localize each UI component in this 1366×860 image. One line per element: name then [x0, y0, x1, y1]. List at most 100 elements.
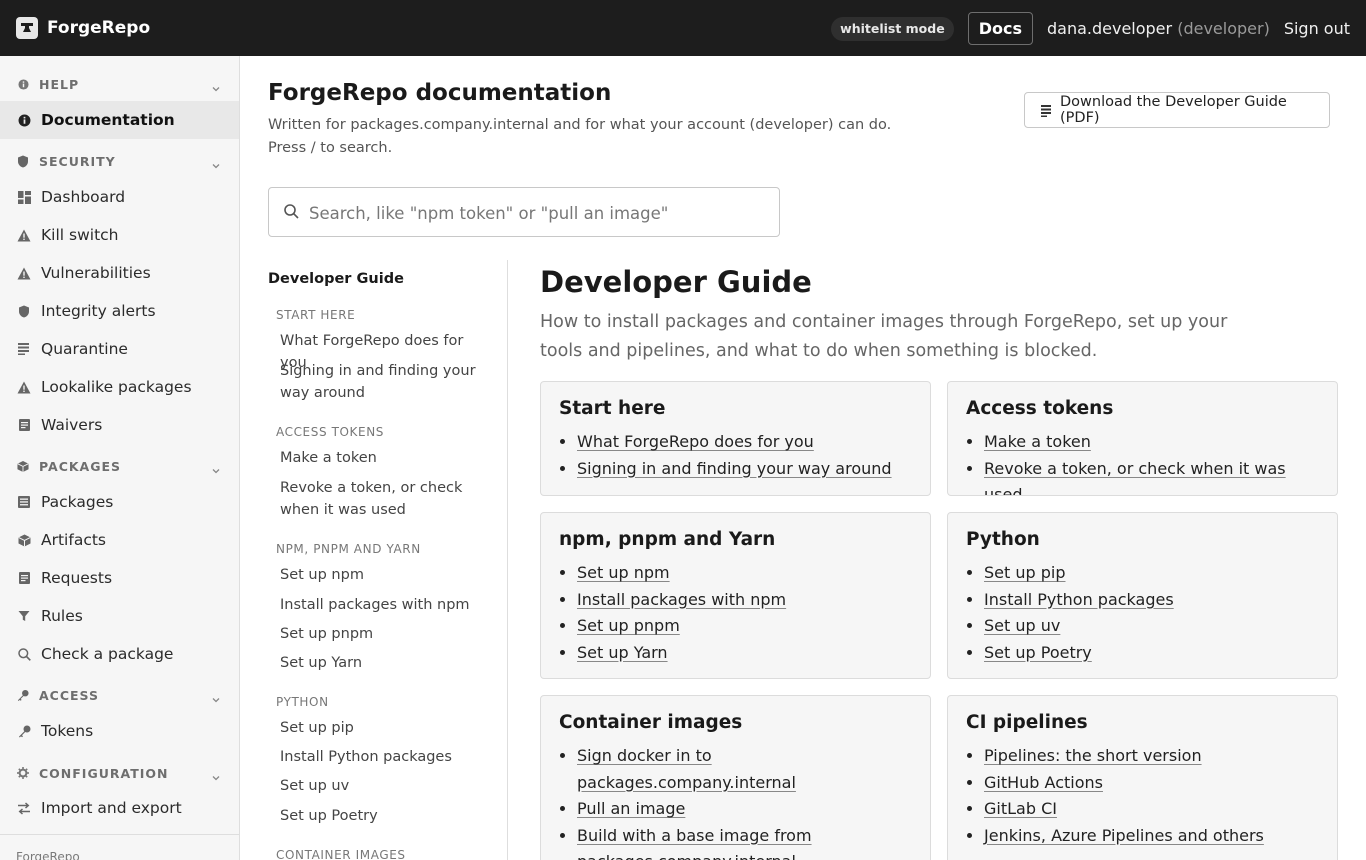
toc-link[interactable]: Set up npm — [280, 564, 490, 586]
card-link[interactable]: Pipelines: the short version — [984, 746, 1202, 765]
chevron-down-icon[interactable] — [211, 690, 221, 703]
sidebar-item-check-a-package[interactable]: Check a package — [0, 635, 239, 673]
guide-card-access-tokens: Access tokens Make a token Revoke a token,… — [947, 381, 1338, 496]
sidebar-item-label: Artifacts — [41, 531, 106, 549]
sidebar-section-packages[interactable]: PACKAGES — [0, 453, 239, 479]
docs-button[interactable]: Docs — [967, 12, 1033, 45]
card-link[interactable]: Install Python packages — [984, 590, 1174, 609]
card-link[interactable]: What ForgeRepo does for you — [577, 432, 814, 451]
card-link[interactable]: Pull an image — [577, 799, 685, 818]
toc-group-container-images: CONTAINER IMAGES — [276, 848, 406, 860]
page-subtitle: Written for packages.company.internal an… — [268, 117, 892, 156]
toc-link[interactable]: Set up pip — [280, 717, 490, 739]
toc-link[interactable]: Set up Poetry — [280, 805, 490, 827]
card-link-list: Sign docker in to packages.company.inter… — [577, 743, 922, 860]
list-item: Install Python packages — [984, 587, 1329, 614]
toc-title[interactable]: Developer Guide — [268, 271, 404, 287]
card-link[interactable]: Set up Yarn — [577, 643, 668, 662]
brand-name[interactable]: ForgeRepo — [47, 17, 150, 39]
download-pdf-button[interactable]: Download the Developer Guide (PDF) — [1024, 92, 1330, 128]
filter-icon — [17, 609, 31, 623]
card-link[interactable]: Sign docker in to packages.company.inter… — [577, 746, 796, 792]
list-item: Set up pnpm — [577, 613, 922, 640]
toc-link[interactable]: Make a token — [280, 447, 490, 469]
sidebar-item-label: Import and export — [41, 799, 182, 817]
sidebar-section-help[interactable]: HELP — [0, 71, 239, 97]
chevron-down-icon[interactable] — [211, 768, 221, 781]
toc-link[interactable]: Install Python packages — [280, 746, 490, 768]
toc-link[interactable]: Set up pnpm — [280, 623, 490, 645]
card-link[interactable]: Make a token — [984, 432, 1091, 451]
card-link[interactable]: Build with a base image from packages.co… — [577, 826, 812, 860]
list-item: Make a token — [984, 429, 1329, 456]
warning-icon — [17, 228, 31, 242]
sign-out-link[interactable]: Sign out — [1284, 19, 1350, 38]
toc-link[interactable]: Set up uv — [280, 775, 490, 797]
docs-search[interactable] — [268, 187, 780, 237]
card-link-list: Set up pip Install Python packages Set up … — [984, 560, 1329, 666]
sidebar-item-import-and-export[interactable]: Import and export — [0, 789, 239, 827]
sidebar-item-kill-switch[interactable]: Kill switch — [0, 216, 239, 254]
card-link[interactable]: Set up pnpm — [577, 616, 680, 635]
card-link[interactable]: Set up Poetry — [984, 643, 1092, 662]
sidebar-item-waivers[interactable]: Waivers — [0, 406, 239, 444]
list-item: Jenkins, Azure Pipelines and others — [984, 823, 1329, 850]
sidebar-item-label: Requests — [41, 569, 113, 587]
list-item: Set up npm — [577, 560, 922, 587]
sidebar-item-label: Rules — [41, 607, 83, 625]
sidebar-item-requests[interactable]: Requests — [0, 559, 239, 597]
document-icon — [17, 571, 31, 585]
card-link[interactable]: GitLab CI — [984, 799, 1057, 818]
document-lines-icon — [1041, 105, 1052, 121]
chevron-down-icon[interactable] — [211, 79, 221, 92]
user-role: (developer) — [1177, 19, 1270, 38]
table-of-contents: Developer Guide START HERE What ForgeRepo… — [268, 260, 508, 860]
sidebar-item-vulnerabilities[interactable]: Vulnerabilities — [0, 254, 239, 292]
sidebar-item-rules[interactable]: Rules — [0, 597, 239, 635]
toc-group-python: PYTHON — [276, 695, 329, 709]
list-item: Build with a base image from packages.co… — [577, 823, 922, 860]
sidebar-section-label: CONFIGURATION — [39, 765, 169, 781]
card-link[interactable]: Set up uv — [984, 616, 1060, 635]
sidebar-item-packages[interactable]: Packages — [0, 483, 239, 521]
sidebar-item-artifacts[interactable]: Artifacts — [0, 521, 239, 559]
guide-subtitle: How to install packages and container im… — [540, 312, 1228, 361]
sidebar-item-lookalike-packages[interactable]: Lookalike packages — [0, 368, 239, 406]
sidebar-item-integrity-alerts[interactable]: Integrity alerts — [0, 292, 239, 330]
search-input[interactable] — [309, 200, 769, 226]
card-title: Access tokens — [966, 398, 1114, 419]
card-link[interactable]: GitHub Actions — [984, 773, 1103, 792]
sidebar-section-label: SECURITY — [39, 153, 116, 169]
toc-link[interactable]: Signing in and finding your way around — [280, 360, 490, 404]
shield-icon — [17, 155, 29, 167]
card-link[interactable]: Jenkins, Azure Pipelines and others — [984, 826, 1264, 845]
download-pdf-label: Download the Developer Guide (PDF) — [1060, 94, 1287, 126]
sidebar-item-documentation[interactable]: Documentation — [0, 101, 239, 139]
card-link[interactable]: Set up pip — [984, 563, 1066, 582]
card-link[interactable]: Revoke a token, or check when it was use… — [984, 459, 1286, 496]
card-link[interactable]: Signing in and finding your way around — [577, 459, 892, 478]
sidebar-section-configuration[interactable]: CONFIGURATION — [0, 760, 239, 786]
card-link[interactable]: Set up npm — [577, 563, 670, 582]
toc-group-npm-pnpm-and-yarn: NPM, PNPM AND YARN — [276, 542, 421, 556]
top-bar: ForgeRepo whitelist mode Docs dana.devel… — [0, 0, 1366, 56]
search-icon — [17, 647, 31, 661]
toc-link[interactable]: Set up Yarn — [280, 652, 490, 674]
key-icon — [17, 724, 31, 738]
search-icon — [284, 204, 299, 223]
sidebar-item-tokens[interactable]: Tokens — [0, 712, 239, 750]
sidebar-section-security[interactable]: SECURITY — [0, 148, 239, 174]
user-info: dana.developer (developer) — [1047, 19, 1270, 38]
chevron-down-icon[interactable] — [211, 461, 221, 474]
chevron-down-icon[interactable] — [211, 156, 221, 169]
toc-link[interactable]: Revoke a token, or check when it was use… — [280, 477, 490, 521]
list-item: GitHub Actions — [984, 770, 1329, 797]
sidebar-item-quarantine[interactable]: Quarantine — [0, 330, 239, 368]
toc-link[interactable]: Install packages with npm — [280, 594, 490, 616]
guide-card-container-images: Container images Sign docker in to packag… — [540, 695, 931, 860]
sidebar-item-dashboard[interactable]: Dashboard — [0, 178, 239, 216]
anvil-icon[interactable] — [16, 17, 38, 39]
sidebar-item-label: Lookalike packages — [41, 378, 192, 396]
sidebar-section-access[interactable]: ACCESS — [0, 682, 239, 708]
card-link[interactable]: Install packages with npm — [577, 590, 786, 609]
